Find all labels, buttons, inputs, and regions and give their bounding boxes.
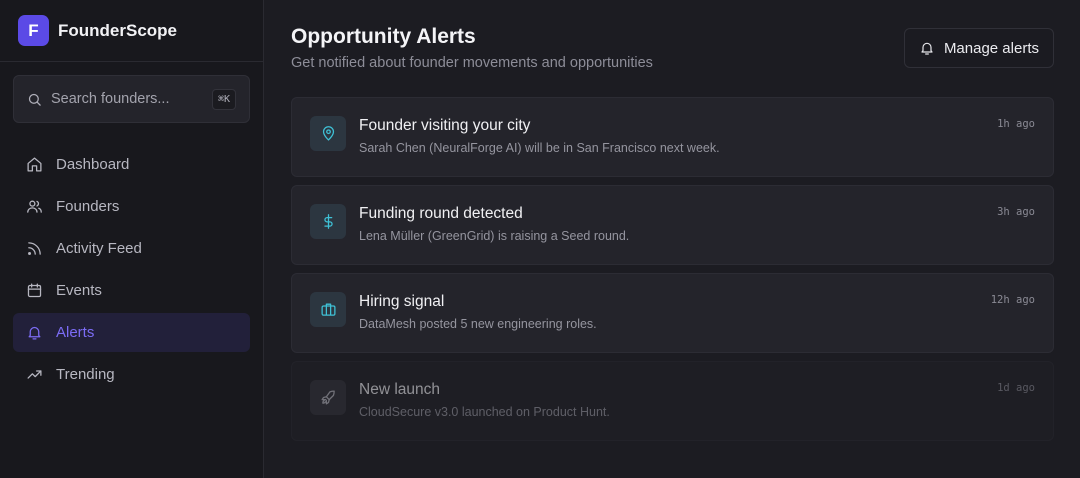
map-pin-icon: [322, 126, 334, 141]
sidebar-item-label: Events: [56, 282, 102, 299]
home-icon: [27, 157, 42, 172]
alert-timestamp: 1h ago: [997, 118, 1035, 130]
sidebar-nav: Dashboard Founders Activity Feed Events …: [0, 145, 263, 394]
brand-logo: F: [18, 15, 49, 46]
alert-card[interactable]: Hiring signal DataMesh posted 5 new engi…: [291, 273, 1054, 353]
sidebar-item-label: Founders: [56, 198, 120, 215]
alert-description: Lena Müller (GreenGrid) is raising a See…: [359, 229, 630, 243]
page-subtitle: Get notified about founder movements and…: [291, 55, 653, 71]
alert-card[interactable]: New launch CloudSecure v3.0 launched on …: [291, 361, 1054, 441]
sidebar-item-trending[interactable]: Trending: [13, 355, 250, 394]
rss-icon: [28, 242, 41, 255]
sidebar-item-label: Dashboard: [56, 156, 130, 173]
brand[interactable]: F FounderScope: [0, 0, 263, 62]
calendar-icon: [27, 283, 42, 298]
search-shortcut-badge: ⌘K: [211, 88, 236, 110]
main-content: Opportunity Alerts Get notified about fo…: [264, 0, 1080, 478]
users-icon: [27, 200, 42, 213]
alert-icon-box: [310, 204, 346, 239]
alert-card[interactable]: Founder visiting your city Sarah Chen (N…: [291, 97, 1054, 177]
alert-title: New launch: [359, 381, 440, 398]
alert-timestamp: 1d ago: [997, 382, 1035, 394]
alert-description: CloudSecure v3.0 launched on Product Hun…: [359, 405, 610, 419]
alert-title: Funding round detected: [359, 205, 523, 222]
sidebar-item-activity-feed[interactable]: Activity Feed: [13, 229, 250, 268]
sidebar-item-events[interactable]: Events: [13, 271, 250, 310]
sidebar-item-label: Trending: [56, 366, 115, 383]
sidebar: F FounderScope Search founders... ⌘K Das…: [0, 0, 264, 478]
sidebar-item-label: Activity Feed: [56, 240, 142, 257]
alert-icon-box: [310, 116, 346, 151]
search-input[interactable]: Search founders... ⌘K: [13, 75, 250, 123]
sidebar-item-alerts[interactable]: Alerts: [13, 313, 250, 352]
trending-up-icon: [27, 370, 42, 379]
page-header: Opportunity Alerts Get notified about fo…: [291, 24, 1054, 71]
alert-icon-box: [310, 380, 346, 415]
app-shell: F FounderScope Search founders... ⌘K Das…: [0, 0, 1080, 478]
alerts-list: Founder visiting your city Sarah Chen (N…: [291, 97, 1054, 441]
page-title: Opportunity Alerts: [291, 25, 476, 48]
alert-description: Sarah Chen (NeuralForge AI) will be in S…: [359, 141, 720, 155]
sidebar-item-founders[interactable]: Founders: [13, 187, 250, 226]
sidebar-item-dashboard[interactable]: Dashboard: [13, 145, 250, 184]
alert-icon-box: [310, 292, 346, 327]
rocket-icon: [320, 390, 335, 405]
sidebar-item-label: Alerts: [56, 324, 95, 341]
dollar-icon: [323, 214, 333, 229]
briefcase-icon: [320, 303, 336, 316]
manage-alerts-label: Manage alerts: [943, 39, 1039, 57]
alert-title: Hiring signal: [359, 293, 445, 310]
brand-name: FounderScope: [58, 20, 178, 40]
bell-icon: [921, 42, 933, 55]
alert-timestamp: 3h ago: [997, 206, 1035, 218]
search-icon: [28, 93, 41, 106]
alert-title: Founder visiting your city: [359, 117, 531, 134]
alert-card[interactable]: Funding round detected Lena Müller (Gree…: [291, 185, 1054, 265]
manage-alerts-button[interactable]: Manage alerts: [903, 28, 1054, 68]
bell-icon: [28, 326, 41, 340]
search-placeholder: Search founders...: [51, 91, 170, 107]
alert-timestamp: 12h ago: [990, 294, 1035, 306]
alert-description: DataMesh posted 5 new engineering roles.: [359, 317, 597, 331]
